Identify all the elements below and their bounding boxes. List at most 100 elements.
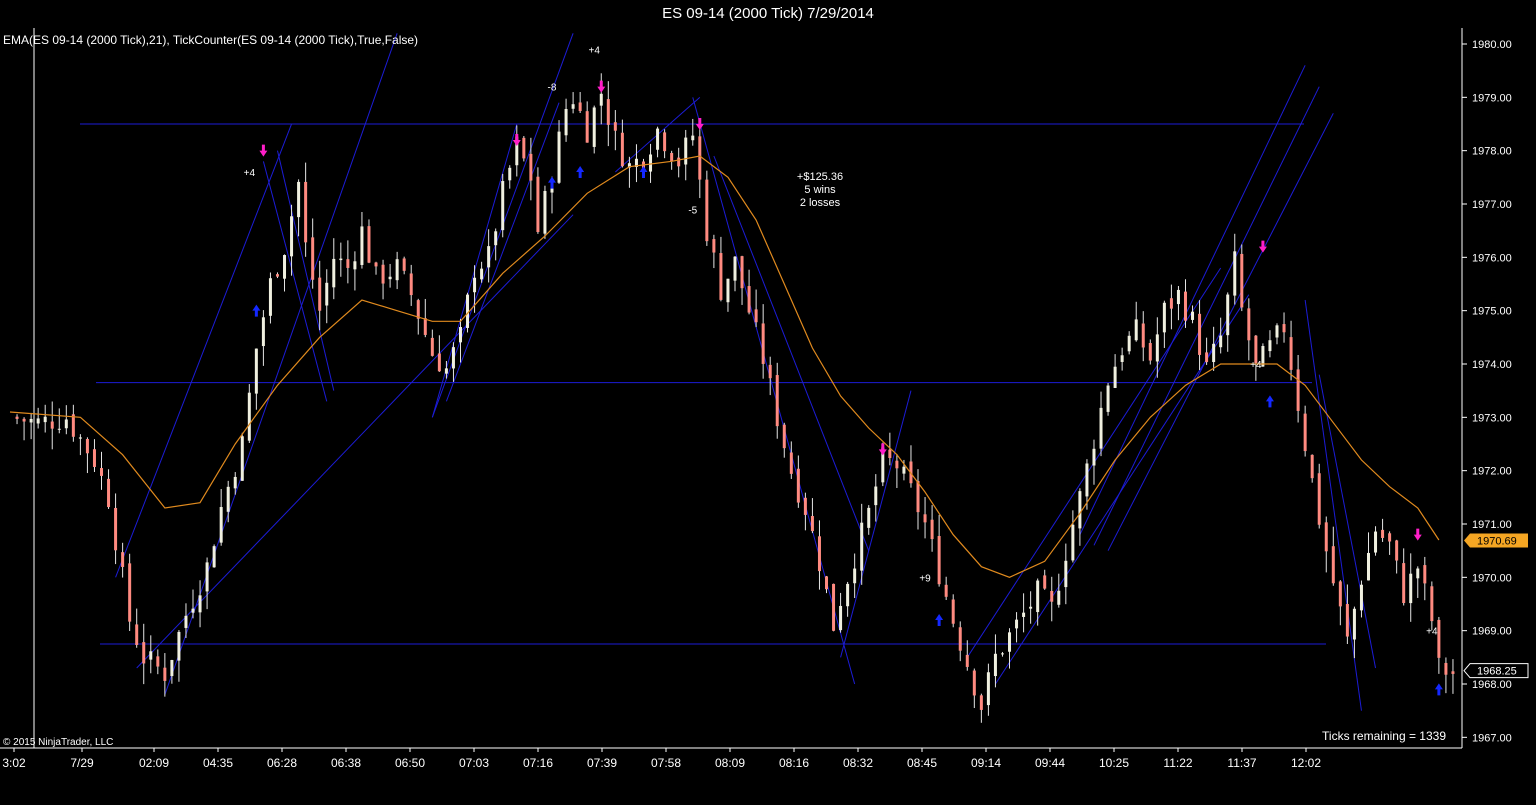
- candle: [1155, 317, 1159, 378]
- candle-body: [1191, 311, 1195, 320]
- candle-body: [698, 136, 702, 180]
- candle: [867, 505, 871, 535]
- candle: [1071, 510, 1075, 563]
- candle: [557, 120, 561, 184]
- candle: [663, 129, 667, 159]
- trend-line: [1093, 86, 1320, 546]
- candle-body: [226, 486, 230, 512]
- candle-body: [205, 562, 209, 592]
- candle-body: [494, 231, 498, 246]
- candle-body: [867, 507, 871, 528]
- x-tick-label: 02:09: [139, 756, 169, 770]
- candle: [1148, 339, 1152, 365]
- candle-body: [853, 568, 857, 584]
- y-tick-label: 1970.00: [1472, 572, 1512, 584]
- candle-body: [170, 659, 174, 677]
- candle: [1296, 354, 1300, 423]
- candle: [1141, 311, 1145, 362]
- x-tick-label: 09:44: [1035, 756, 1065, 770]
- candle-body: [1381, 529, 1385, 538]
- candle: [944, 576, 948, 600]
- candle-body: [1423, 565, 1427, 584]
- candle: [613, 110, 617, 151]
- candle: [1092, 439, 1096, 485]
- candle-body: [1155, 334, 1159, 362]
- candle-body: [318, 277, 322, 311]
- candle: [515, 125, 519, 177]
- candle: [1127, 331, 1131, 355]
- candle-body: [57, 428, 61, 430]
- candle: [374, 261, 378, 275]
- candle-body: [691, 135, 695, 141]
- candle-body: [522, 137, 526, 159]
- x-tick-label: 08:45: [907, 756, 937, 770]
- candle: [817, 520, 821, 590]
- candle-body: [1198, 313, 1202, 355]
- x-tick-label: 12:02: [1291, 756, 1321, 770]
- sell-arrow-icon: [512, 134, 521, 146]
- candle-body: [557, 131, 561, 183]
- candle: [487, 229, 491, 283]
- candle: [1064, 543, 1068, 605]
- candle-body: [107, 478, 111, 508]
- x-tick-label: 07:16: [523, 756, 553, 770]
- candle: [57, 408, 61, 434]
- x-tick-label: 06:50: [395, 756, 425, 770]
- candle-body: [944, 584, 948, 597]
- candle-body: [1120, 355, 1124, 362]
- candle-body: [860, 522, 864, 571]
- candle-body: [782, 424, 786, 449]
- candle: [846, 581, 850, 617]
- x-tick-label: 10:25: [1099, 756, 1129, 770]
- candle-body: [92, 449, 96, 467]
- candle-body: [705, 179, 709, 242]
- candle-body: [1352, 608, 1356, 640]
- candle-body: [930, 519, 934, 540]
- candle: [1275, 323, 1279, 345]
- trade-pnl-label: +4: [1426, 627, 1438, 638]
- candle-body: [71, 414, 75, 437]
- candle: [677, 147, 681, 178]
- candle: [78, 434, 82, 456]
- y-tick-label: 1968.00: [1472, 679, 1512, 691]
- candle: [585, 101, 589, 143]
- buy-arrow-icon: [639, 166, 648, 178]
- candle-body: [177, 631, 181, 661]
- candle-body: [613, 122, 617, 131]
- candle: [747, 269, 751, 315]
- candle: [353, 251, 357, 291]
- candle: [388, 263, 392, 288]
- y-tick-label: 1974.00: [1472, 359, 1512, 371]
- candle-body: [874, 486, 878, 506]
- trade-pnl-label: +4: [1250, 360, 1262, 371]
- candle-body: [578, 102, 582, 112]
- candle-body: [367, 226, 371, 263]
- candle: [782, 422, 786, 458]
- candle-body: [796, 468, 800, 503]
- candle-body: [768, 364, 772, 379]
- candle: [1402, 548, 1406, 606]
- candle-body: [240, 436, 244, 481]
- candle-body: [15, 416, 19, 419]
- candle: [423, 298, 427, 338]
- candle: [1261, 343, 1265, 367]
- stats-losses: 2 losses: [799, 197, 841, 209]
- candle-body: [1078, 491, 1082, 529]
- candle-body: [1183, 291, 1187, 321]
- candle-body: [958, 627, 962, 651]
- candle-body: [775, 375, 779, 427]
- candle-body: [487, 246, 491, 268]
- candle: [1359, 580, 1363, 618]
- candle-body: [1141, 323, 1145, 348]
- buy-arrow-icon: [576, 166, 585, 178]
- candle: [606, 81, 610, 147]
- candle-body: [1388, 533, 1392, 542]
- candle-body: [677, 157, 681, 167]
- x-tick-label: 09:14: [971, 756, 1001, 770]
- candle: [1247, 298, 1251, 361]
- candle-body: [444, 368, 448, 374]
- candle-body: [1134, 319, 1138, 341]
- candle: [22, 417, 26, 441]
- candle-body: [599, 93, 603, 106]
- candle-body: [1212, 343, 1216, 363]
